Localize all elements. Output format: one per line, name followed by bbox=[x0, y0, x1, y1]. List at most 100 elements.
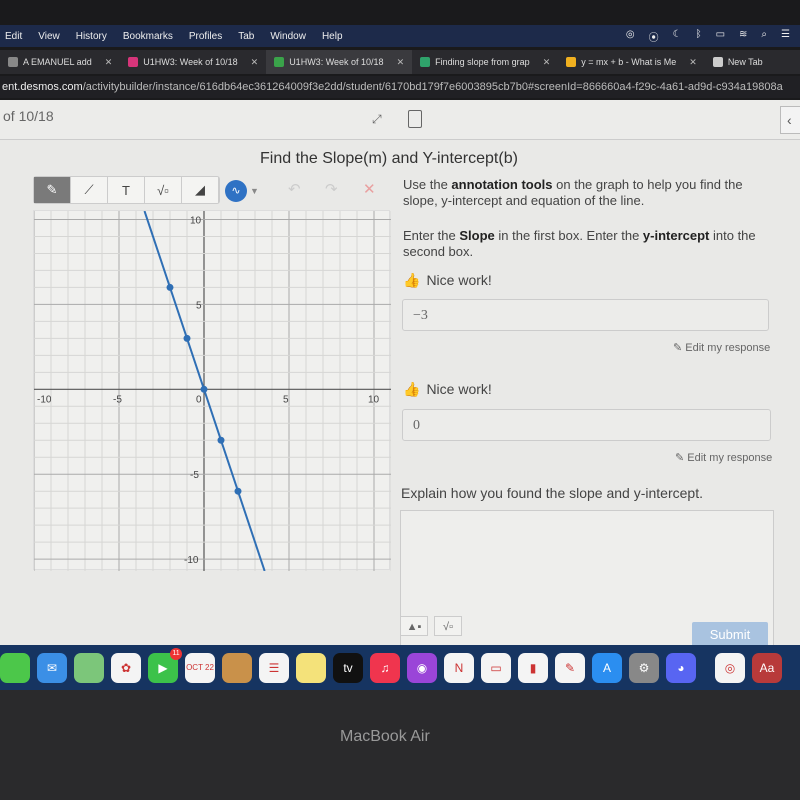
close-icon[interactable]: ✕ bbox=[689, 57, 697, 68]
menu-profiles[interactable]: Profiles bbox=[189, 31, 222, 42]
dock-discord-icon[interactable]: ◕ bbox=[666, 652, 696, 683]
moon-icon[interactable]: ☾ bbox=[673, 29, 682, 44]
menu-help[interactable]: Help bbox=[322, 31, 343, 42]
creative-cloud-icon[interactable]: ◎ bbox=[626, 29, 635, 44]
dock-podcasts-icon[interactable]: ◉ bbox=[407, 652, 437, 683]
edit-response-link-1[interactable]: ✎ Edit my response bbox=[673, 341, 770, 354]
collapse-panel-button[interactable]: ‹ bbox=[780, 106, 800, 134]
dock-chrome-icon[interactable]: ◎ bbox=[715, 652, 745, 683]
x-tick-label: -5 bbox=[113, 394, 122, 405]
graph-point bbox=[217, 436, 225, 444]
favicon-icon bbox=[8, 57, 18, 67]
x-tick-label: -10 bbox=[37, 394, 52, 405]
bluetooth-icon[interactable]: ᛒ bbox=[696, 29, 702, 44]
desmos-page: of 10/18 ⤢ ‹ Find the Slope(m) and Y-int… bbox=[0, 100, 800, 650]
expand-icon[interactable]: ⤢ bbox=[372, 112, 382, 127]
tab-label: U1HW3: Week of 10/18 bbox=[289, 57, 384, 67]
tab-0[interactable]: A EMANUEL add ✕ bbox=[0, 50, 120, 74]
menu-view[interactable]: View bbox=[38, 31, 60, 42]
x-tick-label: 5 bbox=[283, 394, 289, 405]
x-tick-label: 0 bbox=[196, 394, 202, 405]
tab-2[interactable]: U1HW3: Week of 10/18 ✕ bbox=[266, 50, 413, 74]
graph-canvas[interactable]: -10 -5 0 5 10 10 5 -5 -10 bbox=[33, 210, 392, 572]
wifi-icon[interactable]: ≋ bbox=[739, 29, 747, 44]
screen-label: of 10/18 bbox=[3, 108, 54, 124]
undo-icon[interactable]: ↶ bbox=[288, 180, 301, 198]
close-icon[interactable]: ✕ bbox=[251, 57, 259, 68]
graph-point bbox=[183, 334, 191, 342]
intercept-input[interactable]: 0 bbox=[402, 409, 771, 441]
slope-input[interactable]: −3 bbox=[402, 299, 769, 331]
dock-photos-icon[interactable]: ✿ bbox=[111, 652, 141, 683]
feedback-intercept: 👍 Nice work! bbox=[403, 381, 492, 397]
menu-tab[interactable]: Tab bbox=[238, 31, 254, 42]
pencil-icon: ✎ bbox=[675, 452, 688, 464]
menu-bookmarks[interactable]: Bookmarks bbox=[123, 31, 173, 42]
tab-strip: A EMANUEL add ✕ U1HW3: Week of 10/18 ✕ U1HW3… bbox=[0, 50, 800, 74]
address-bar[interactable]: ent.desmos.com/activitybuilder/instance/… bbox=[0, 76, 800, 98]
close-icon[interactable]: ✕ bbox=[105, 57, 113, 68]
tab-label: New Tab bbox=[727, 57, 763, 67]
dock-maps-icon[interactable] bbox=[74, 652, 104, 683]
dock-facetime-icon[interactable]: ▶ 11 bbox=[148, 647, 182, 683]
url-path: /activitybuilder/instance/616db64ec36126… bbox=[82, 81, 783, 93]
close-icon[interactable]: ✕ bbox=[397, 57, 405, 68]
tab-label: U1HW3: Week of 10/18 bbox=[143, 57, 238, 67]
dock-dictionary-icon[interactable]: Aa bbox=[752, 652, 782, 683]
dock-contacts-icon[interactable] bbox=[222, 652, 252, 683]
favicon-icon bbox=[128, 57, 139, 67]
tab-5[interactable]: New Tab bbox=[705, 50, 771, 74]
dock: ✉ ✿ ▶ 11 OCT 22 ☰ tv ♫ ◉ N ▭ ▮ ✎ A ⚙ ◕ ◎ Aa bbox=[0, 645, 800, 690]
insert-image-button[interactable]: ▲▪ bbox=[400, 616, 428, 636]
laptop-bezel: MacBook Air bbox=[0, 690, 800, 800]
record-icon[interactable]: ⦿ bbox=[649, 29, 659, 44]
chevron-down-icon[interactable]: ▼ bbox=[250, 186, 259, 196]
color-picker-button[interactable]: ∿ bbox=[225, 180, 247, 202]
menu-history[interactable]: History bbox=[76, 31, 107, 42]
dock-apple-tv-icon[interactable]: tv bbox=[333, 652, 363, 683]
screen-header: of 10/18 ⤢ ‹ bbox=[0, 100, 800, 140]
dock-keynote-icon[interactable]: ▭ bbox=[481, 652, 511, 683]
dock-app-store-icon[interactable]: A bbox=[592, 652, 622, 683]
dock-news-icon[interactable]: N bbox=[444, 652, 474, 683]
tab-label: y = mx + b - What is Me bbox=[581, 57, 677, 67]
thumbs-up-icon: 👍 bbox=[403, 381, 421, 397]
menu-edit[interactable]: Edit bbox=[5, 31, 22, 42]
dock-calendar-icon[interactable]: OCT 22 bbox=[185, 652, 215, 683]
dock-pages-icon[interactable]: ✎ bbox=[555, 652, 585, 683]
favicon-icon bbox=[274, 57, 285, 67]
tab-label: A EMANUEL add bbox=[23, 57, 92, 67]
control-center-icon[interactable]: ☰ bbox=[781, 29, 790, 44]
y-tick-label: -5 bbox=[190, 470, 199, 481]
tab-3[interactable]: Finding slope from grap ✕ bbox=[412, 50, 558, 74]
text-tool-button[interactable]: T bbox=[108, 177, 145, 203]
menu-window[interactable]: Window bbox=[270, 31, 306, 42]
pencil-tool-button[interactable]: ✎ bbox=[34, 177, 71, 203]
dock-notes-icon[interactable] bbox=[296, 652, 326, 683]
dock-numbers-icon[interactable]: ▮ bbox=[518, 652, 548, 683]
dock-music-icon[interactable]: ♫ bbox=[370, 652, 400, 683]
edit-response-link-2[interactable]: ✎ Edit my response bbox=[675, 451, 772, 464]
line-tool-button[interactable]: ⟋ bbox=[71, 177, 108, 203]
battery-icon[interactable]: ▭ bbox=[716, 29, 725, 44]
close-icon[interactable]: ✕ bbox=[543, 57, 551, 68]
calculator-icon[interactable] bbox=[408, 110, 422, 128]
redo-icon[interactable]: ↷ bbox=[325, 180, 338, 198]
thumbs-up-icon: 👍 bbox=[403, 272, 421, 288]
clear-icon[interactable]: ✕ bbox=[363, 180, 376, 198]
eraser-tool-button[interactable]: ◢ bbox=[182, 177, 219, 203]
tab-1[interactable]: U1HW3: Week of 10/18 ✕ bbox=[120, 50, 266, 74]
pencil-icon: ✎ bbox=[673, 342, 686, 354]
dock-reminders-icon[interactable]: ☰ bbox=[259, 652, 289, 683]
math-tool-button[interactable]: √▫ bbox=[145, 177, 182, 203]
dock-messages-icon[interactable] bbox=[0, 652, 30, 683]
tab-4[interactable]: y = mx + b - What is Me ✕ bbox=[558, 50, 705, 74]
insert-math-button[interactable]: √▫ bbox=[434, 616, 462, 636]
dock-mail-icon[interactable]: ✉ bbox=[37, 652, 67, 683]
favicon-icon bbox=[566, 57, 577, 67]
instruction-1: Use the annotation tools on the graph to… bbox=[403, 177, 743, 208]
graph[interactable]: -10 -5 0 5 10 10 5 -5 -10 bbox=[33, 210, 392, 572]
dock-system-preferences-icon[interactable]: ⚙ bbox=[629, 652, 659, 683]
search-icon[interactable]: ⌕ bbox=[761, 29, 767, 44]
annotation-toolbar: ✎ ⟋ T √▫ ◢ bbox=[33, 176, 220, 204]
